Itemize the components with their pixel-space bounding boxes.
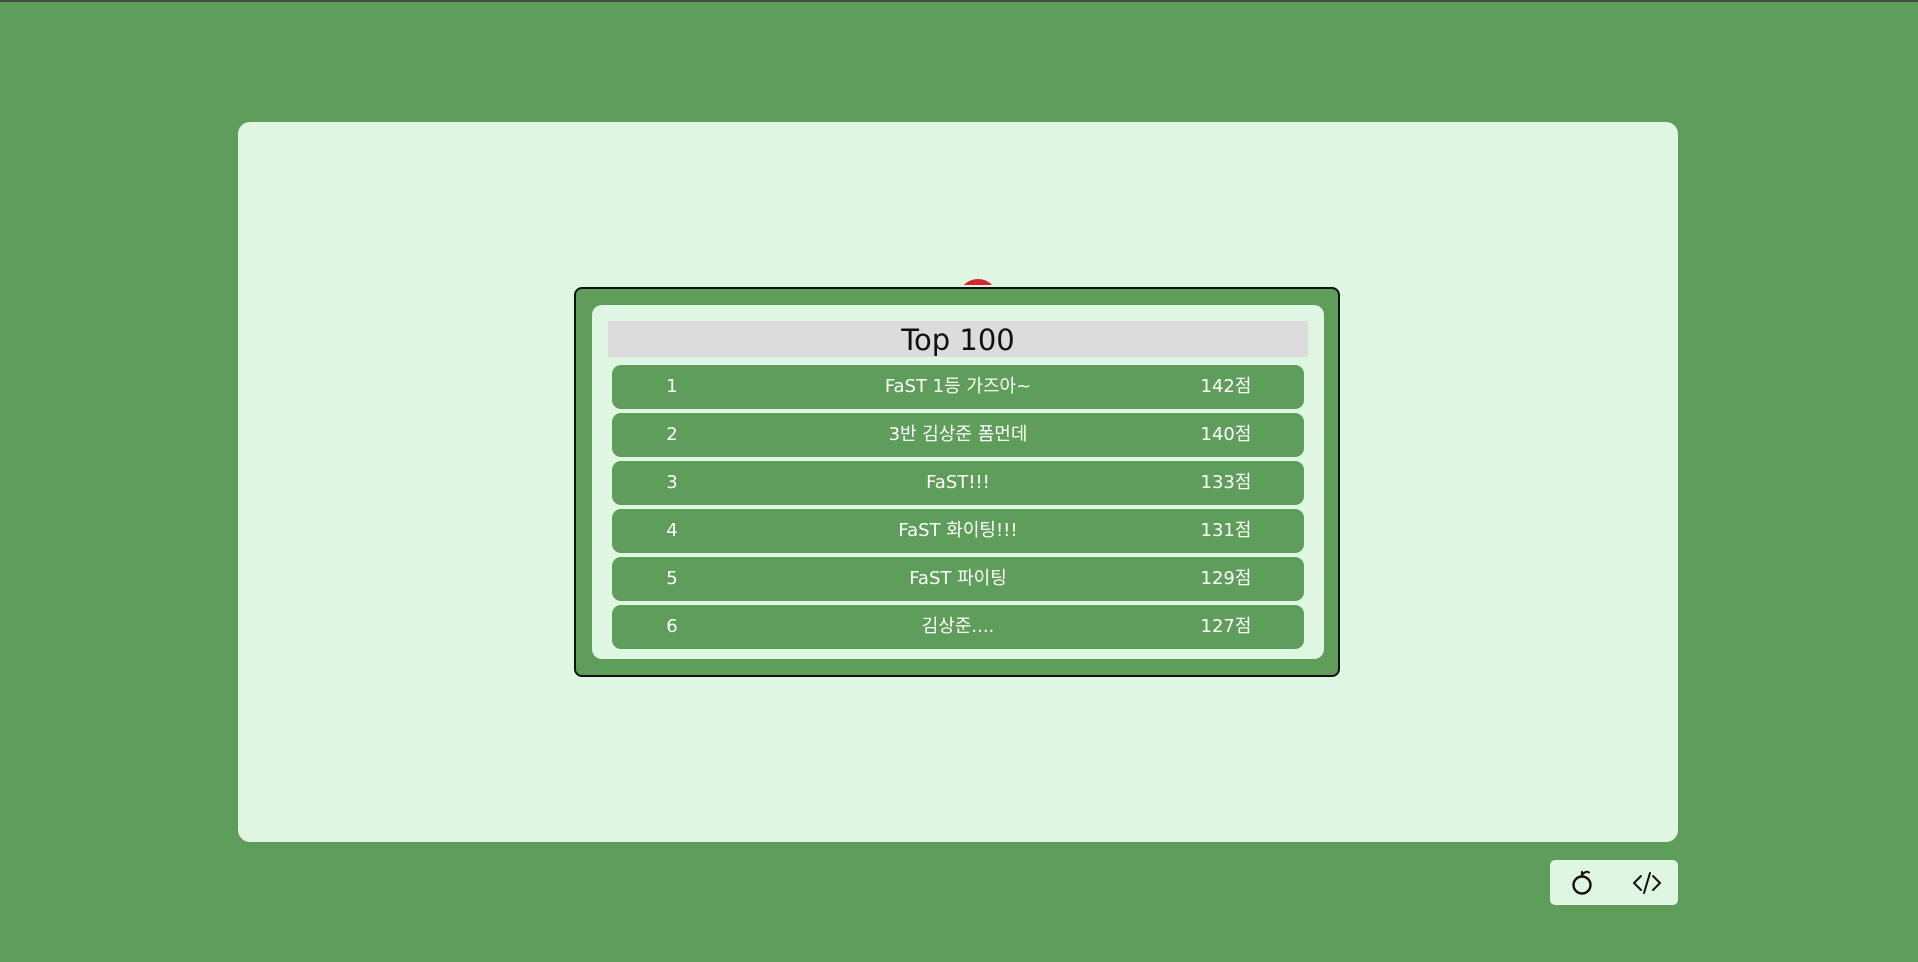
leaderboard-row: 3 FaST!!! 133점 (612, 461, 1304, 505)
row-name: FaST 화이팅!!! (898, 520, 1018, 541)
window-top-border (0, 0, 1918, 2)
row-score: 127점 (1200, 616, 1252, 637)
row-rank: 2 (666, 424, 678, 445)
row-name: FaST!!! (926, 472, 990, 493)
leaderboard-panel: Top 100 1 FaST 1등 가즈아~ 142점 2 3반 김상준 폼먼데… (574, 287, 1340, 677)
leaderboard-title: Top 100 (608, 321, 1308, 357)
row-name: FaST 1등 가즈아~ (884, 376, 1032, 397)
row-name: 김상준.... (921, 616, 995, 637)
code-icon[interactable] (1630, 866, 1664, 900)
row-name: FaST 파이팅 (909, 568, 1007, 589)
row-rank: 4 (666, 520, 678, 541)
leaderboard-list[interactable]: 1 FaST 1등 가즈아~ 142점 2 3반 김상준 폼먼데 140점 3 … (612, 365, 1304, 649)
row-score: 131점 (1200, 520, 1252, 541)
row-score: 133점 (1200, 472, 1252, 493)
corner-controls (1550, 860, 1678, 905)
leaderboard-row: 2 3반 김상준 폼먼데 140점 (612, 413, 1304, 457)
row-rank: 5 (666, 568, 678, 589)
apple-icon[interactable] (1565, 866, 1599, 900)
leaderboard-row: 4 FaST 화이팅!!! 131점 (612, 509, 1304, 553)
row-rank: 6 (666, 616, 678, 637)
row-rank: 3 (666, 472, 678, 493)
leaderboard-row: 5 FaST 파이팅 129점 (612, 557, 1304, 601)
row-name: 3반 김상준 폼먼데 (888, 424, 1028, 445)
leaderboard-row: 6 김상준.... 127점 (612, 605, 1304, 649)
row-score: 129점 (1200, 568, 1252, 589)
row-rank: 1 (666, 376, 678, 397)
leaderboard-row: 1 FaST 1등 가즈아~ 142점 (612, 365, 1304, 409)
leaderboard-inner: Top 100 1 FaST 1등 가즈아~ 142점 2 3반 김상준 폼먼데… (592, 305, 1324, 659)
row-score: 142점 (1200, 376, 1252, 397)
row-score: 140점 (1200, 424, 1252, 445)
